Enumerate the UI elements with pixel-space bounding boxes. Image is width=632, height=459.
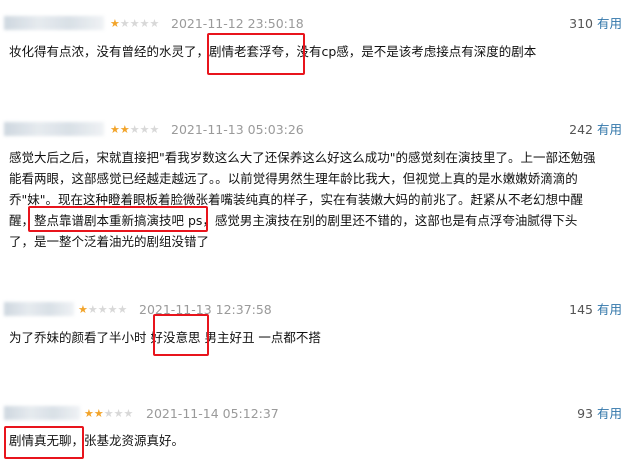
review-text: 感觉大后之后，宋就直接把"看我岁数这么大了还保养这么好这么成功"的感觉刻在演技里… [9,147,621,252]
rating-stars: ★★★★★ [78,300,127,320]
avatar[interactable] [4,122,104,136]
review-line: 妆化得有点浓，没有曾经的水灵了，剧情老套浮夸，没有cp感，是不是该考虑接点有深度… [9,44,537,59]
vote-count: 145 [569,302,593,317]
avatar[interactable] [4,16,104,30]
star-icon: ★ [84,407,94,420]
review-date: 2021-11-14 05:12:37 [146,406,279,421]
star-icon: ★ [149,123,160,136]
review-text: 为了乔妹的颜看了半小时 好没意思 男主好丑 一点都不搭 [9,327,621,348]
star-icon: ★ [113,407,124,420]
review-line: 剧情真无聊，张基龙资源真好。 [9,433,185,448]
useful-button[interactable]: 有用 [597,122,622,137]
star-icon: ★ [103,407,114,420]
vote-count: 93 [577,406,593,421]
review-date: 2021-11-13 12:37:58 [139,302,272,317]
vote-area: 93 有用 [577,404,622,424]
star-icon: ★ [93,407,104,420]
useful-button[interactable]: 有用 [597,16,622,31]
review-line: 了，是一整个泛着油光的剧组没错了 [9,234,210,249]
star-icon: ★ [78,303,88,316]
star-icon: ★ [117,303,128,316]
vote-area: 242 有用 [569,120,622,140]
star-icon: ★ [107,303,118,316]
star-icon: ★ [139,17,150,30]
review-text: 妆化得有点浓，没有曾经的水灵了，剧情老套浮夸，没有cp感，是不是该考虑接点有深度… [9,41,621,62]
vote-area: 310 有用 [569,14,622,34]
review-date: 2021-11-13 05:03:26 [171,122,304,137]
review-line: 为了乔妹的颜看了半小时 好没意思 男主好丑 一点都不搭 [9,330,321,345]
star-icon: ★ [129,17,140,30]
review-date: 2021-11-12 23:50:18 [171,16,304,31]
star-icon: ★ [123,407,134,420]
useful-button[interactable]: 有用 [597,406,622,421]
review-line: 能看两眼，这部感觉已经越走越远了。。以前觉得男然生理年龄比我大，但视觉上真的是水… [9,171,578,186]
review-meta: ★★★★★ 2021-11-14 05:12:37 93 有用 [0,404,632,424]
review-meta: ★★★★★ 2021-11-13 05:03:26 242 有用 [0,120,632,140]
rating-stars: ★★★★★ [110,14,159,34]
review-line: 醒，整点靠谱剧本重新搞演技吧 ps，感觉男主演技在别的剧里还不错的，这部也是有点… [9,213,578,228]
review-meta: ★★★★★ 2021-11-13 12:37:58 145 有用 [0,300,632,320]
review-line: 感觉大后之后，宋就直接把"看我岁数这么大了还保养这么好这么成功"的感觉刻在演技里… [9,150,596,165]
star-icon: ★ [139,123,150,136]
vote-count: 242 [569,122,593,137]
rating-stars: ★★★★★ [110,120,159,140]
star-icon: ★ [149,17,160,30]
star-icon: ★ [110,123,120,136]
star-icon: ★ [119,123,130,136]
star-icon: ★ [110,17,120,30]
star-icon: ★ [87,303,98,316]
star-icon: ★ [119,17,130,30]
review-line: 乔"妹"。现在这种瞪着眼板着脸微张着嘴装纯真的样子，实在有装嫩大妈的前兆了。赶紧… [9,192,584,207]
vote-count: 310 [569,16,593,31]
rating-stars: ★★★★★ [84,404,133,424]
star-icon: ★ [97,303,108,316]
vote-area: 145 有用 [569,300,622,320]
avatar[interactable] [4,302,74,316]
review-text: 剧情真无聊，张基龙资源真好。 [9,430,621,451]
star-icon: ★ [129,123,140,136]
review-meta: ★★★★★ 2021-11-12 23:50:18 310 有用 [0,14,632,34]
avatar[interactable] [4,406,80,420]
useful-button[interactable]: 有用 [597,302,622,317]
